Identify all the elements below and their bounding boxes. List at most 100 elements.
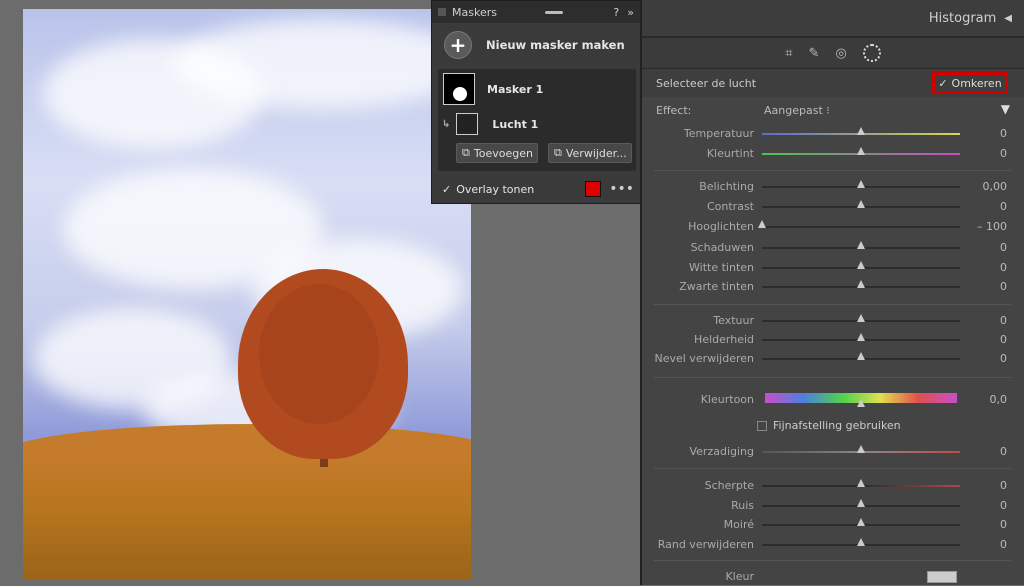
slider-helderheid[interactable]: Helderheid 0 xyxy=(642,330,1024,350)
slider-thumb[interactable] xyxy=(857,261,865,269)
slider-kleurtoon[interactable]: Kleurtoon 0,0 xyxy=(642,390,1024,410)
slider-value[interactable]: 0,00 xyxy=(983,180,1008,193)
slider-thumb[interactable] xyxy=(857,479,865,487)
component-name: Lucht 1 xyxy=(492,117,539,131)
slider-value[interactable]: 0 xyxy=(1000,147,1007,160)
slider-thumb[interactable] xyxy=(857,538,865,546)
slider-thumb[interactable] xyxy=(857,147,865,155)
masks-header[interactable]: Maskers ? » xyxy=(432,1,640,23)
slider-value[interactable]: 0 xyxy=(1000,280,1007,293)
slider-schaduwen[interactable]: Schaduwen 0 xyxy=(642,238,1024,258)
slider-contrast[interactable]: Contrast 0 xyxy=(642,197,1024,217)
slider-value[interactable]: 0 xyxy=(1000,499,1007,512)
histogram-header[interactable]: Histogram ◀ xyxy=(642,0,1024,38)
slider-rand-verwijderen[interactable]: Rand verwijderen 0 xyxy=(642,535,1024,555)
slider-label: Textuur xyxy=(713,314,754,327)
slider-label: Belichting xyxy=(699,180,754,193)
mask-component[interactable]: ↳ Lucht 1 xyxy=(442,113,538,135)
slider-label: Kleurtoon xyxy=(700,393,754,406)
tool-strip: ⌗ ✎ ◎ xyxy=(642,38,1024,69)
redeye-icon[interactable]: ◎ xyxy=(835,46,846,61)
mask-list: Masker 1 ↳ Lucht 1 ⧉ Toevoegen ⧉ Verwijd… xyxy=(438,69,636,171)
drag-handle[interactable] xyxy=(544,10,563,14)
slider-label: Scherpte xyxy=(704,479,754,492)
mask-item[interactable]: Masker 1 xyxy=(443,73,543,105)
slider-hooglichten[interactable]: Hooglichten – 100 xyxy=(642,217,1024,237)
slider-thumb[interactable] xyxy=(857,314,865,322)
slider-thumb[interactable] xyxy=(857,518,865,526)
slider-nevel-verwijderen[interactable]: Nevel verwijderen 0 xyxy=(642,349,1024,369)
photo-image[interactable] xyxy=(23,9,471,579)
collapse-triangle-icon[interactable]: ◀ xyxy=(1004,13,1012,24)
effect-dropdown[interactable]: Aangepast ⁝ xyxy=(764,104,830,117)
invert-checkbox[interactable]: ✓ Omkeren xyxy=(932,72,1008,94)
more-options-icon[interactable]: ••• xyxy=(609,181,634,197)
slider-belichting[interactable]: Belichting 0,00 xyxy=(642,177,1024,197)
effect-triangle-icon[interactable]: ▼ xyxy=(1001,102,1010,116)
slider-thumb[interactable] xyxy=(857,399,865,407)
slider-value[interactable]: 0,0 xyxy=(990,393,1008,406)
slider-thumb[interactable] xyxy=(857,200,865,208)
fine-tune-row[interactable]: Fijnafstelling gebruiken xyxy=(757,419,901,432)
new-mask-button[interactable]: + Nieuw masker maken xyxy=(432,23,640,67)
slider-ruis[interactable]: Ruis 0 xyxy=(642,496,1024,516)
slider-thumb[interactable] xyxy=(857,352,865,360)
heal-icon[interactable]: ✎ xyxy=(809,46,820,61)
effect-label: Effect: xyxy=(656,104,692,117)
check-icon: ✓ xyxy=(938,76,948,90)
remove-button[interactable]: ⧉ Verwijder... xyxy=(548,143,632,163)
help-icon[interactable]: ? xyxy=(613,6,619,19)
slider-kleurtint[interactable]: Kleurtint 0 xyxy=(642,144,1024,164)
overlay-checkbox[interactable]: ✓ xyxy=(442,183,451,196)
slider-verzadiging[interactable]: Verzadiging 0 xyxy=(642,442,1024,462)
slider-textuur[interactable]: Textuur 0 xyxy=(642,311,1024,331)
overlay-color-swatch[interactable] xyxy=(585,181,602,197)
slider-thumb[interactable] xyxy=(758,220,766,228)
slider-temperatuur[interactable]: Temperatuur 0 xyxy=(642,124,1024,144)
slider-value[interactable]: 0 xyxy=(1000,314,1007,327)
slider-value[interactable]: 0 xyxy=(1000,445,1007,458)
slider-label: Kleurtint xyxy=(706,147,754,160)
slider-value[interactable]: 0 xyxy=(1000,538,1007,551)
collapse-icon[interactable]: » xyxy=(627,6,634,19)
slider-thumb[interactable] xyxy=(857,499,865,507)
slider-label: Contrast xyxy=(706,200,754,213)
slider-label: Schaduwen xyxy=(690,241,754,254)
slider-label: Temperatuur xyxy=(683,127,754,140)
slider-value[interactable]: 0 xyxy=(1000,333,1007,346)
slider-zwarte-tinten[interactable]: Zwarte tinten 0 xyxy=(642,277,1024,297)
slider-thumb[interactable] xyxy=(857,333,865,341)
invert-label: Omkeren xyxy=(951,76,1002,90)
mask-thumbnail xyxy=(443,73,475,105)
slider-scherpte[interactable]: Scherpte 0 xyxy=(642,476,1024,496)
slider-label: Helderheid xyxy=(694,333,754,346)
slider-value[interactable]: – 100 xyxy=(977,220,1007,233)
slider-thumb[interactable] xyxy=(857,180,865,188)
slider-label: Moiré xyxy=(723,518,754,531)
remove-icon: ⧉ xyxy=(554,146,562,159)
color-swatch[interactable] xyxy=(927,571,957,583)
slider-moiré[interactable]: Moiré 0 xyxy=(642,515,1024,535)
slider-value[interactable]: 0 xyxy=(1000,518,1007,531)
slider-thumb[interactable] xyxy=(857,280,865,288)
fine-tune-checkbox[interactable] xyxy=(757,420,767,431)
slider-value[interactable]: 0 xyxy=(1000,200,1007,213)
slider-value[interactable]: 0 xyxy=(1000,241,1007,254)
add-label: Toevoegen xyxy=(473,146,533,160)
mask-icon[interactable] xyxy=(862,44,881,62)
slider-thumb[interactable] xyxy=(857,241,865,249)
masks-panel: Maskers ? » + Nieuw masker maken Masker … xyxy=(431,0,641,204)
slider-thumb[interactable] xyxy=(857,445,865,453)
slider-value[interactable]: 0 xyxy=(1000,261,1007,274)
tree-crown-shade xyxy=(259,284,379,424)
right-panel: Histogram ◀ ⌗ ✎ ◎ Selecteer de lucht ✓ O… xyxy=(640,0,1024,585)
slider-value[interactable]: 0 xyxy=(1000,127,1007,140)
slider-thumb[interactable] xyxy=(857,127,865,135)
crop-icon[interactable]: ⌗ xyxy=(785,46,792,61)
slider-track[interactable] xyxy=(762,226,960,228)
slider-value[interactable]: 0 xyxy=(1000,352,1007,365)
add-button[interactable]: ⧉ Toevoegen xyxy=(456,143,538,163)
slider-label: Zwarte tinten xyxy=(679,280,754,293)
slider-witte-tinten[interactable]: Witte tinten 0 xyxy=(642,258,1024,278)
slider-value[interactable]: 0 xyxy=(1000,479,1007,492)
